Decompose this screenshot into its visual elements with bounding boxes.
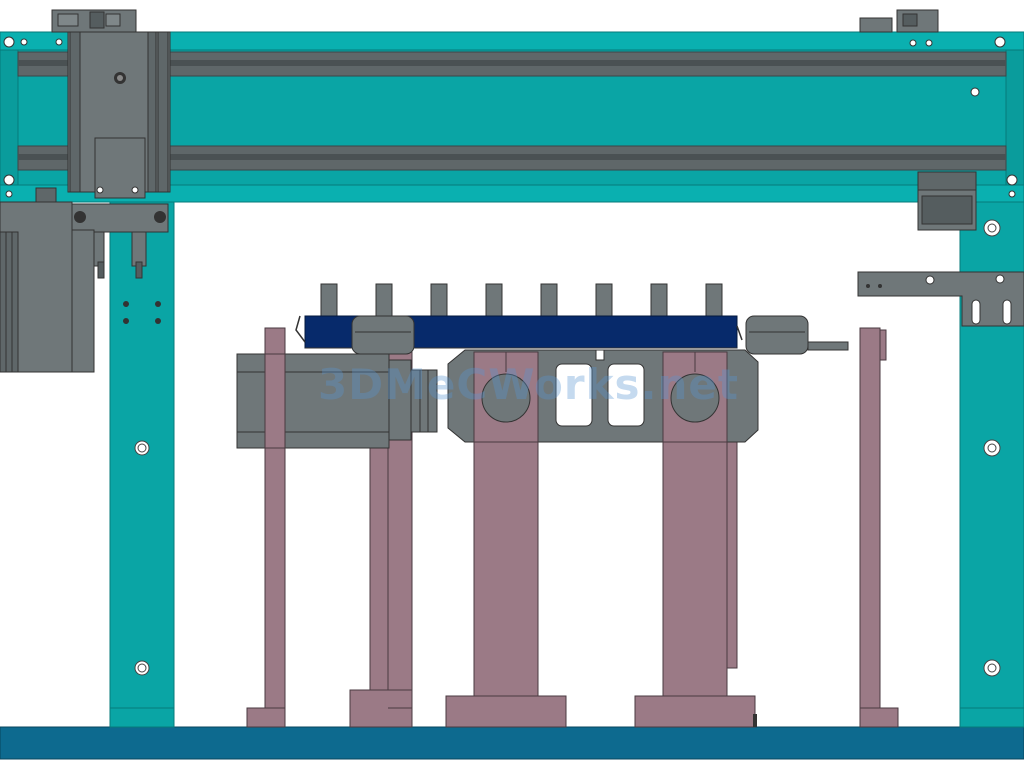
pin xyxy=(430,283,448,317)
top-right-clamp xyxy=(859,9,939,33)
bolt-icon xyxy=(74,211,86,223)
mount-hole-icon xyxy=(983,439,1001,457)
mount-hole-icon xyxy=(994,36,1006,48)
mount-hole-icon xyxy=(995,274,1005,284)
mount-hole-icon xyxy=(1006,174,1018,186)
support-post-left-inner xyxy=(369,439,389,691)
mount-hole-icon xyxy=(925,39,933,47)
bolt-icon xyxy=(123,301,129,307)
right-side-bracket xyxy=(857,271,1024,327)
bolt-icon xyxy=(866,284,870,288)
pin xyxy=(485,283,503,317)
mount-hole-icon xyxy=(1008,190,1016,198)
pin xyxy=(540,283,558,317)
pin xyxy=(375,283,393,317)
mount-hole-icon xyxy=(970,87,980,97)
pin-row xyxy=(320,283,723,317)
bolt-icon xyxy=(154,211,166,223)
mount-hole-icon xyxy=(5,190,13,198)
machine-drawing xyxy=(0,9,1024,760)
bolt-icon xyxy=(155,301,161,307)
pin xyxy=(595,283,613,317)
pin xyxy=(320,283,338,317)
roller-wheel-right xyxy=(670,373,720,423)
mount-hole-icon xyxy=(3,174,15,186)
mount-hole-icon xyxy=(55,38,63,46)
center-servo-motor xyxy=(236,353,438,449)
base-plate xyxy=(0,726,1024,760)
mount-hole-icon xyxy=(983,219,1001,237)
pin xyxy=(705,283,723,317)
mount-hole-icon xyxy=(134,440,150,456)
conveyor-end-cap-right xyxy=(745,315,849,355)
drive-plate xyxy=(447,349,759,443)
mount-hole-icon xyxy=(3,36,15,48)
mount-hole-icon xyxy=(134,660,150,676)
bolt-icon xyxy=(155,318,161,324)
pin xyxy=(650,283,668,317)
left-frame-column xyxy=(109,199,175,728)
conveyor-end-cap-left xyxy=(351,315,415,355)
mount-hole-icon xyxy=(925,275,935,285)
mount-hole-icon xyxy=(983,659,1001,677)
bolt-icon xyxy=(878,284,882,288)
top-left-clamp xyxy=(51,9,137,33)
support-post-right xyxy=(859,327,881,709)
mount-hole-icon xyxy=(909,39,917,47)
right-pulley-housing xyxy=(917,171,977,231)
mount-hole-icon xyxy=(20,38,28,46)
roller-wheel-left xyxy=(481,373,531,423)
bolt-icon xyxy=(123,318,129,324)
